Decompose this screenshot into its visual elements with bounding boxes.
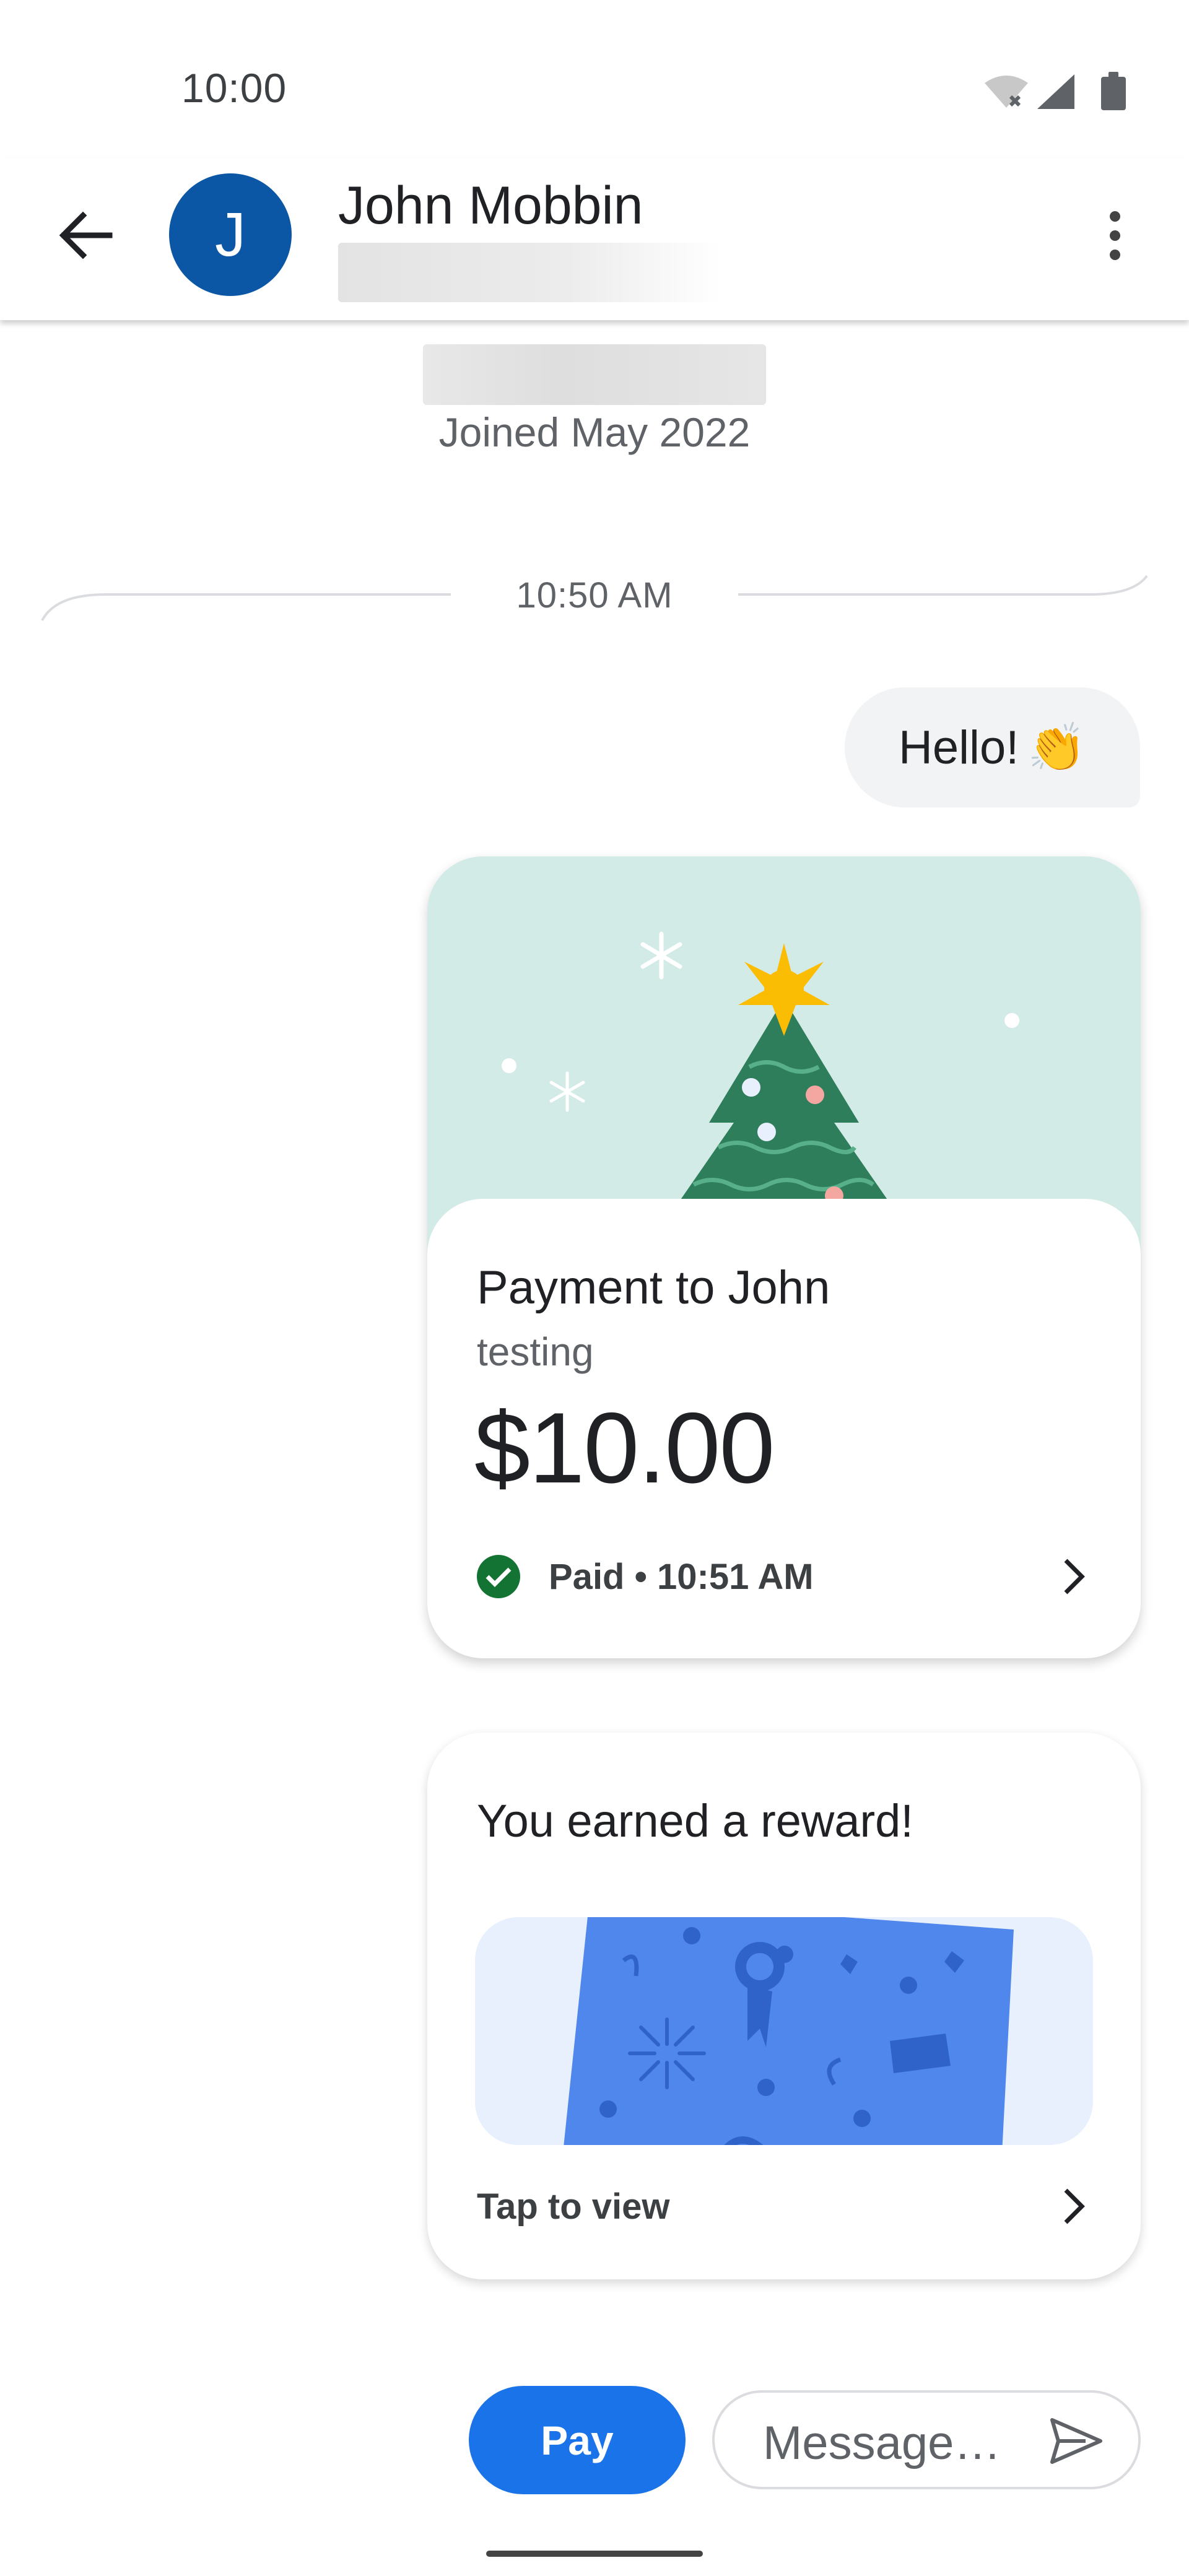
- snowflake-icon: [549, 1071, 585, 1112]
- reward-card[interactable]: You earned a reward! Tap to view: [427, 1733, 1141, 2279]
- clapping-hands-emoji: 👏: [1027, 721, 1086, 774]
- reward-card-illustration: [564, 1917, 1014, 2145]
- payment-amount: $10.00: [474, 1392, 775, 1504]
- chevron-right-icon[interactable]: [1048, 1552, 1098, 1601]
- star-icon: [738, 943, 830, 1036]
- contact-name[interactable]: John Mobbin: [338, 175, 643, 237]
- arrow-back-icon: [59, 211, 113, 259]
- message-timestamp: 10:50 AM: [516, 575, 673, 616]
- pay-button[interactable]: Pay: [469, 2386, 686, 2494]
- more-options-button[interactable]: [1087, 198, 1143, 272]
- message-bubble[interactable]: Hello! 👏: [845, 687, 1140, 807]
- wifi-off-icon: [985, 76, 1028, 108]
- send-icon: [1050, 2418, 1102, 2464]
- more-vert-icon: [1109, 211, 1120, 222]
- battery-icon: [1101, 72, 1126, 110]
- payment-status: Paid • 10:51 AM: [549, 1557, 814, 1597]
- status-time: 10:00: [181, 65, 287, 111]
- reward-scratch-card: [475, 1917, 1093, 2145]
- payment-note: testing: [477, 1329, 594, 1374]
- check-circle-icon: [477, 1555, 520, 1598]
- reward-title: You earned a reward!: [477, 1795, 913, 1847]
- reward-cta[interactable]: Tap to view: [477, 2186, 670, 2227]
- chevron-right-icon[interactable]: [1048, 2182, 1098, 2231]
- snowflake-icon: [640, 931, 682, 980]
- redacted-contact-detail: [338, 243, 722, 302]
- payment-card[interactable]: Payment to John testing $10.00 Paid • 10…: [427, 856, 1141, 1658]
- send-button[interactable]: [1045, 2410, 1107, 2472]
- message-input[interactable]: [762, 2411, 1024, 2474]
- payment-title: Payment to John: [477, 1261, 830, 1314]
- message-text: Hello!: [899, 721, 1019, 774]
- christmas-tree-illustration: [502, 931, 1019, 1203]
- payment-details: Payment to John testing $10.00 Paid • 10…: [427, 1199, 1141, 1658]
- message-field[interactable]: [712, 2390, 1141, 2489]
- status-icons: [985, 72, 1126, 110]
- redacted-contact-info: [423, 344, 766, 405]
- avatar[interactable]: J: [169, 173, 292, 296]
- gesture-navigation-bar[interactable]: [486, 2551, 703, 2557]
- signal-icon: [1037, 74, 1074, 109]
- joined-date: Joined May 2022: [438, 409, 751, 455]
- back-button[interactable]: [51, 201, 119, 269]
